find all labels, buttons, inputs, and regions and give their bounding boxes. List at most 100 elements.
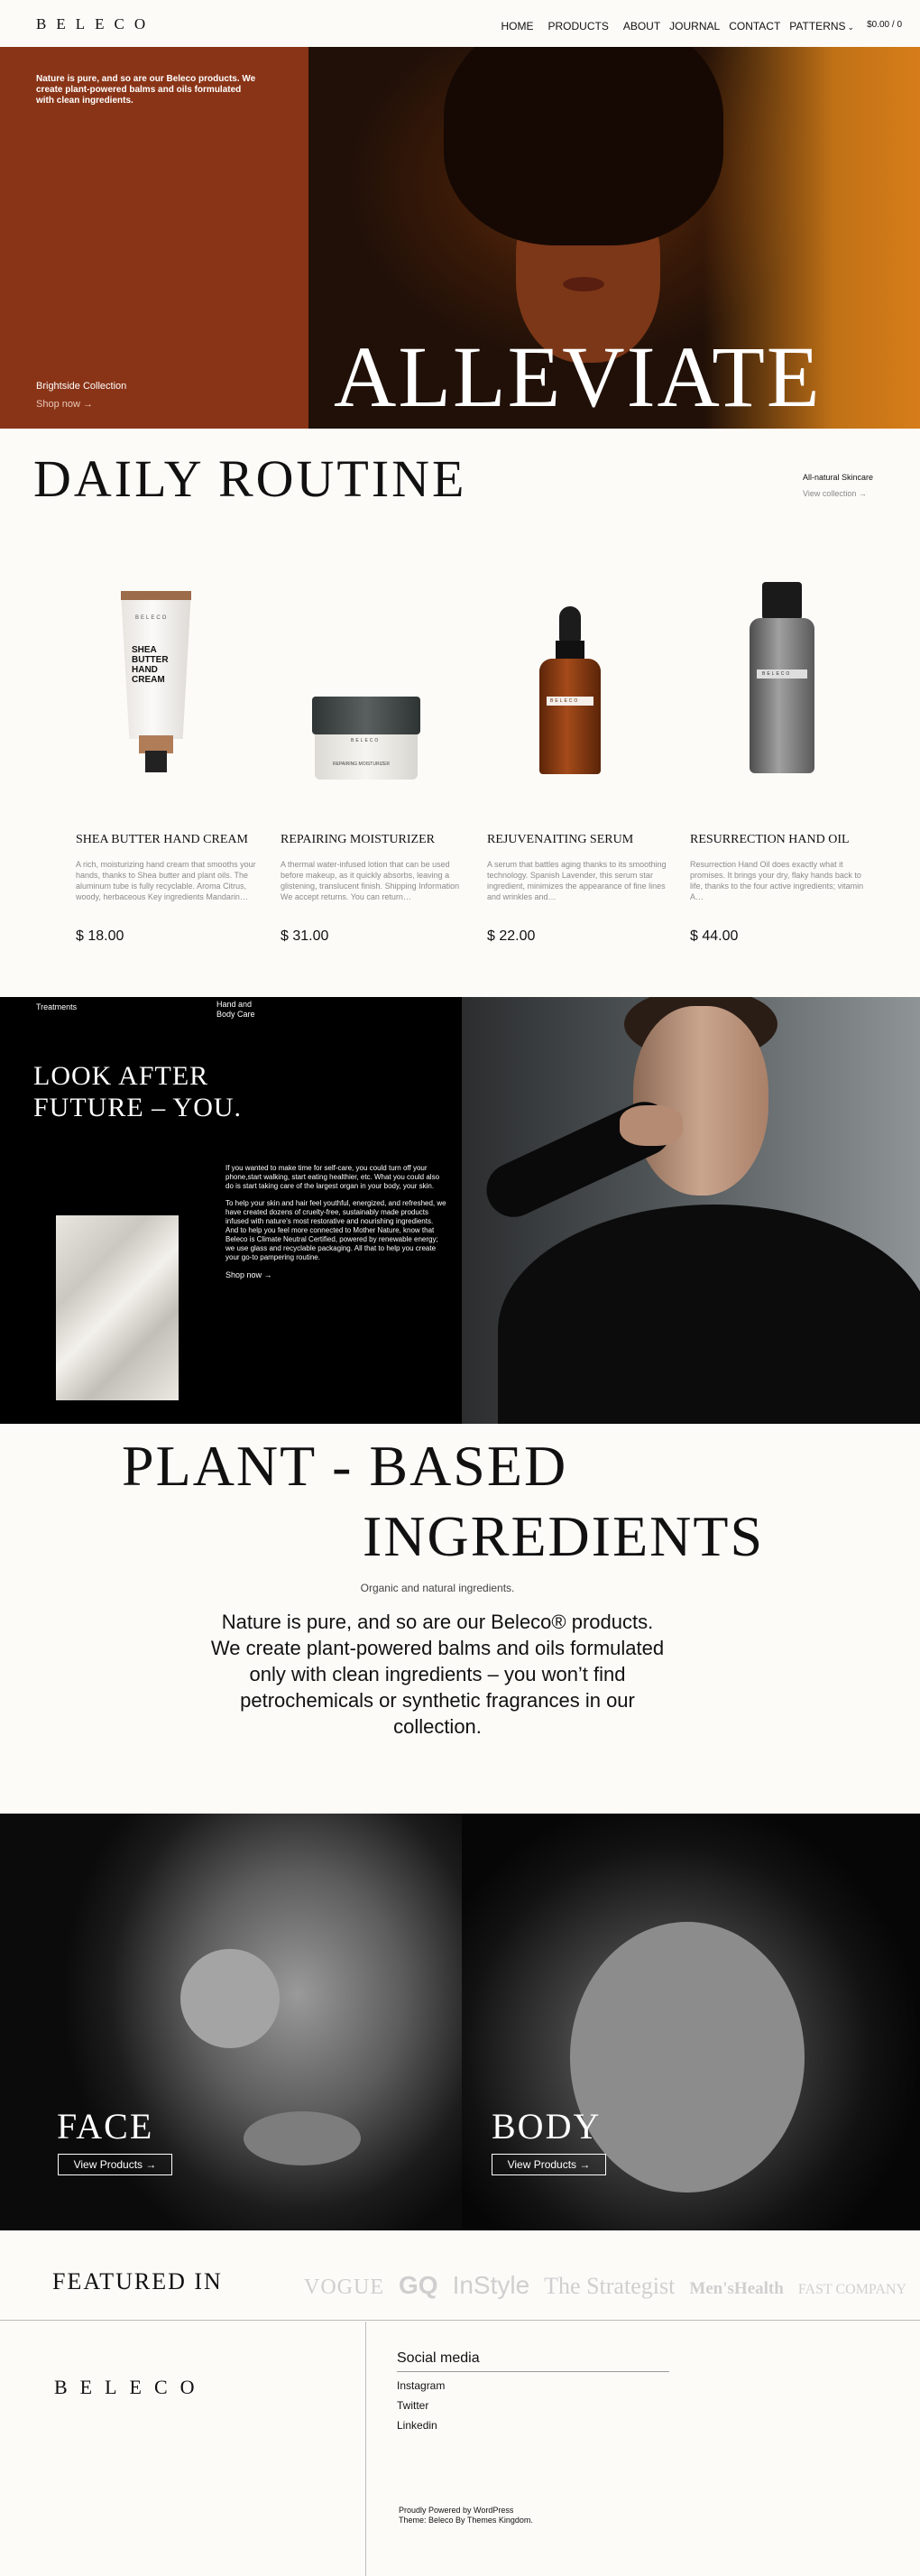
silk-fabric-image bbox=[56, 1215, 179, 1400]
product-image-moisturizer[interactable]: BELECO REPAIRING MOISTURIZER bbox=[281, 559, 479, 803]
social-media-divider bbox=[397, 2371, 669, 2372]
look-after-panel: Treatments Hand and Body Care LOOK AFTER… bbox=[0, 997, 462, 1424]
pack-brand: BELECO bbox=[351, 738, 381, 743]
look-shop-now-label: Shop now bbox=[225, 1270, 262, 1279]
menshealth-logo: Men'sHealth bbox=[689, 2279, 784, 2298]
product-description: A thermal water-infused lotion that can … bbox=[281, 860, 460, 901]
look-shop-now-link[interactable]: Shop now → bbox=[225, 1270, 272, 1279]
body-view-products-button[interactable]: View Products → bbox=[492, 2154, 606, 2175]
chevron-down-icon: ⌄ bbox=[847, 23, 855, 32]
arrow-right-icon: → bbox=[83, 399, 93, 410]
face-category-title[interactable]: FACE bbox=[57, 2105, 153, 2147]
body-category-title[interactable]: BODY bbox=[492, 2105, 601, 2147]
nav-patterns-label: PATTERNS bbox=[789, 20, 846, 32]
featured-in-title: FEATURED IN bbox=[52, 2268, 223, 2294]
plant-title-line1: PLANT - BASED bbox=[122, 1434, 568, 1498]
product-name[interactable]: REPAIRING MOISTURIZER bbox=[281, 833, 435, 847]
product-image-hand-oil[interactable]: BELECO bbox=[690, 559, 888, 803]
tag-treatments[interactable]: Treatments bbox=[36, 1002, 77, 1011]
gq-logo: GQ bbox=[399, 2271, 438, 2299]
product-card[interactable]: BELECO RESURRECTION HAND OIL Resurrectio… bbox=[690, 559, 888, 944]
view-collection-link[interactable]: View collection → bbox=[803, 489, 873, 498]
nav-contact[interactable]: CONTACT bbox=[729, 20, 780, 32]
body-view-products-label: View Products bbox=[507, 2158, 577, 2171]
nav-home[interactable]: HOME bbox=[501, 20, 533, 32]
product-name[interactable]: RESURRECTION HAND OIL bbox=[690, 833, 850, 847]
footer-credits: Proudly Powered by WordPress Theme: Bele… bbox=[399, 2506, 533, 2525]
press-logos: VOGUE GQ InStyle The Strategist Men'sHea… bbox=[304, 2271, 906, 2300]
nav-products[interactable]: PRODUCTS bbox=[547, 20, 608, 32]
routine-side: All-natural Skincare View collection → bbox=[803, 473, 873, 498]
social-media-title: Social media bbox=[397, 2350, 480, 2366]
model-portrait-image bbox=[462, 997, 920, 1424]
tag-hand-body[interactable]: Hand and Body Care bbox=[216, 1000, 271, 1020]
hero-collection-label: Brightside Collection bbox=[36, 381, 127, 392]
nav-journal[interactable]: JOURNAL bbox=[669, 20, 720, 32]
main-nav: HOME PRODUCTS ABOUT JOURNAL CONTACT PATT… bbox=[486, 20, 902, 32]
credit-wordpress[interactable]: Proudly Powered by WordPress bbox=[399, 2506, 533, 2516]
footer-logo[interactable]: BELECO bbox=[54, 2376, 207, 2399]
hero-section: Nature is pure, and so are our Beleco pr… bbox=[0, 47, 920, 429]
product-image-serum[interactable]: BELECO bbox=[487, 559, 685, 803]
look-title-line1: LOOK AFTER bbox=[33, 1061, 209, 1091]
pack-brand: BELECO bbox=[762, 671, 792, 677]
product-description: Resurrection Hand Oil does exactly what … bbox=[690, 860, 864, 901]
social-link-instagram[interactable]: Instagram bbox=[397, 2379, 445, 2392]
credit-theme[interactable]: Theme: Beleco By Themes Kingdom. bbox=[399, 2516, 533, 2525]
hero-panel: Nature is pure, and so are our Beleco pr… bbox=[0, 47, 308, 429]
product-image-hand-cream[interactable]: BELECO SHEA BUTTER HAND CREAM bbox=[76, 559, 274, 803]
product-price: $ 31.00 bbox=[281, 928, 329, 944]
product-price: $ 44.00 bbox=[690, 928, 739, 944]
product-card[interactable]: BELECO SHEA BUTTER HAND CREAM SHEA BUTTE… bbox=[76, 559, 274, 944]
hero-headline: ALLEVIATE bbox=[334, 328, 822, 425]
view-collection-label: View collection bbox=[803, 489, 857, 498]
look-after-text: If you wanted to make time for self-care… bbox=[225, 1164, 446, 1270]
plant-body-text: Nature is pure, and so are our Beleco® p… bbox=[210, 1611, 665, 1738]
vogue-logo: VOGUE bbox=[304, 2276, 384, 2299]
look-after-section: Treatments Hand and Body Care LOOK AFTER… bbox=[0, 997, 920, 1424]
product-name[interactable]: REJUVENAITING SERUM bbox=[487, 833, 633, 847]
nav-about[interactable]: ABOUT bbox=[623, 20, 660, 32]
featured-in-section: FEATURED IN VOGUE GQ InStyle The Strateg… bbox=[0, 2230, 920, 2321]
look-paragraph-1: If you wanted to make time for self-care… bbox=[225, 1164, 440, 1190]
social-link-linkedin[interactable]: Linkedin bbox=[397, 2419, 437, 2432]
routine-side-label: All-natural Skincare bbox=[803, 473, 874, 482]
arrow-right-icon: → bbox=[579, 2158, 591, 2171]
fastcompany-logo: FAST COMPANY bbox=[797, 2282, 907, 2297]
site-footer: BELECO Social media Instagram Twitter Li… bbox=[0, 2322, 920, 2576]
arrow-right-icon: → bbox=[858, 489, 867, 498]
product-card[interactable]: BELECO REJUVENAITING SERUM A serum that … bbox=[487, 559, 685, 944]
face-view-products-button[interactable]: View Products → bbox=[58, 2154, 172, 2175]
routine-title: DAILY ROUTINE bbox=[33, 449, 467, 508]
product-name[interactable]: SHEA BUTTER HAND CREAM bbox=[76, 833, 248, 847]
site-header: BELECO HOME PRODUCTS ABOUT JOURNAL CONTA… bbox=[0, 0, 920, 47]
face-view-products-label: View Products bbox=[73, 2158, 143, 2171]
product-description: A rich, moisturizing hand cream that smo… bbox=[76, 860, 256, 901]
plant-subtitle: Organic and natural ingredients. bbox=[360, 1582, 515, 1594]
pack-brand: BELECO bbox=[135, 615, 169, 621]
look-paragraph-2: To help your skin and hair feel youthful… bbox=[225, 1199, 446, 1261]
strategist-logo: The Strategist bbox=[544, 2273, 676, 2299]
product-description: A serum that battles aging thanks to its… bbox=[487, 860, 667, 901]
product-price: $ 18.00 bbox=[76, 928, 124, 944]
product-price: $ 22.00 bbox=[487, 928, 536, 944]
site-logo[interactable]: BELECO bbox=[36, 15, 155, 33]
hero-shop-now-link[interactable]: Shop now → bbox=[36, 399, 93, 410]
look-title-line2: FUTURE – YOU. bbox=[33, 1093, 243, 1122]
pack-label: SHEA BUTTER HAND CREAM bbox=[132, 645, 169, 685]
footer-divider bbox=[365, 2322, 366, 2576]
category-section: FACE View Products → BODY View Products … bbox=[0, 1814, 920, 2230]
arrow-right-icon: → bbox=[145, 2158, 157, 2171]
cart-link[interactable]: $0.00 / 0 bbox=[867, 20, 902, 32]
instyle-logo: InStyle bbox=[452, 2271, 530, 2299]
pack-label: REPAIRING MOISTURIZER bbox=[333, 762, 390, 767]
social-link-twitter[interactable]: Twitter bbox=[397, 2399, 428, 2412]
plant-title-line2: INGREDIENTS bbox=[363, 1504, 765, 1568]
product-grid: BELECO SHEA BUTTER HAND CREAM SHEA BUTTE… bbox=[0, 559, 920, 965]
hero-shop-now-label: Shop now bbox=[36, 399, 80, 410]
nav-patterns[interactable]: PATTERNS ⌄ bbox=[789, 20, 854, 32]
product-card[interactable]: BELECO REPAIRING MOISTURIZER REPAIRING M… bbox=[281, 559, 479, 944]
hero-intro: Nature is pure, and so are our Beleco pr… bbox=[36, 74, 256, 106]
pack-brand: BELECO bbox=[550, 698, 580, 704]
look-after-title: LOOK AFTER FUTURE – YOU. bbox=[33, 1060, 242, 1123]
